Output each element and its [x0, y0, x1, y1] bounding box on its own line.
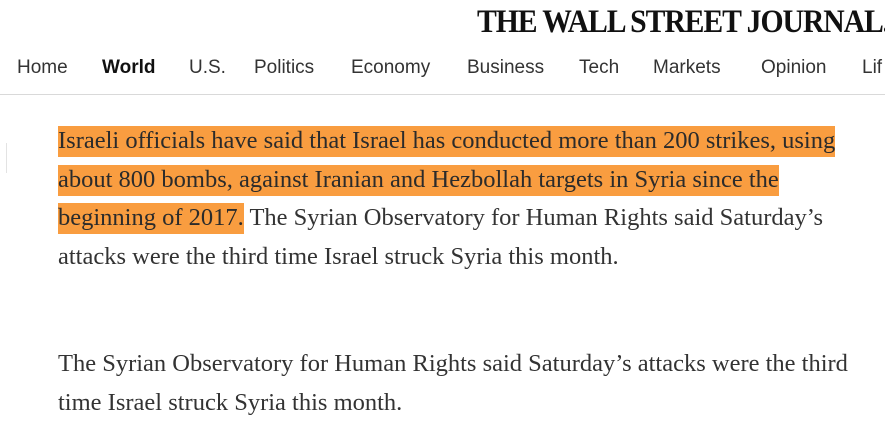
nav-item-opinion[interactable]: Opinion	[761, 55, 827, 81]
nav-item-life[interactable]: Lif	[862, 55, 882, 81]
left-edge-marker	[0, 143, 7, 173]
nav-item-politics[interactable]: Politics	[254, 55, 314, 81]
article-paragraph-2: The Syrian Observatory for Human Rights …	[58, 350, 848, 416]
nav-item-business[interactable]: Business	[467, 55, 544, 81]
nav-divider	[0, 94, 885, 95]
section-nav: Home World U.S. Politics Economy Busines…	[0, 52, 885, 84]
nav-item-tech[interactable]: Tech	[579, 55, 619, 81]
article-paragraph-1: Israeli officials have said that Israel …	[58, 122, 848, 276]
nav-item-home[interactable]: Home	[17, 55, 68, 81]
wsj-masthead-logo[interactable]: THE WALL STREET JOURNAL.	[477, 2, 885, 42]
nav-item-economy[interactable]: Economy	[351, 55, 430, 81]
nav-item-us[interactable]: U.S.	[189, 55, 226, 81]
nav-item-world[interactable]: World	[102, 55, 155, 81]
nav-item-markets[interactable]: Markets	[653, 55, 721, 81]
article-body: Israeli officials have said that Israel …	[58, 122, 848, 416]
